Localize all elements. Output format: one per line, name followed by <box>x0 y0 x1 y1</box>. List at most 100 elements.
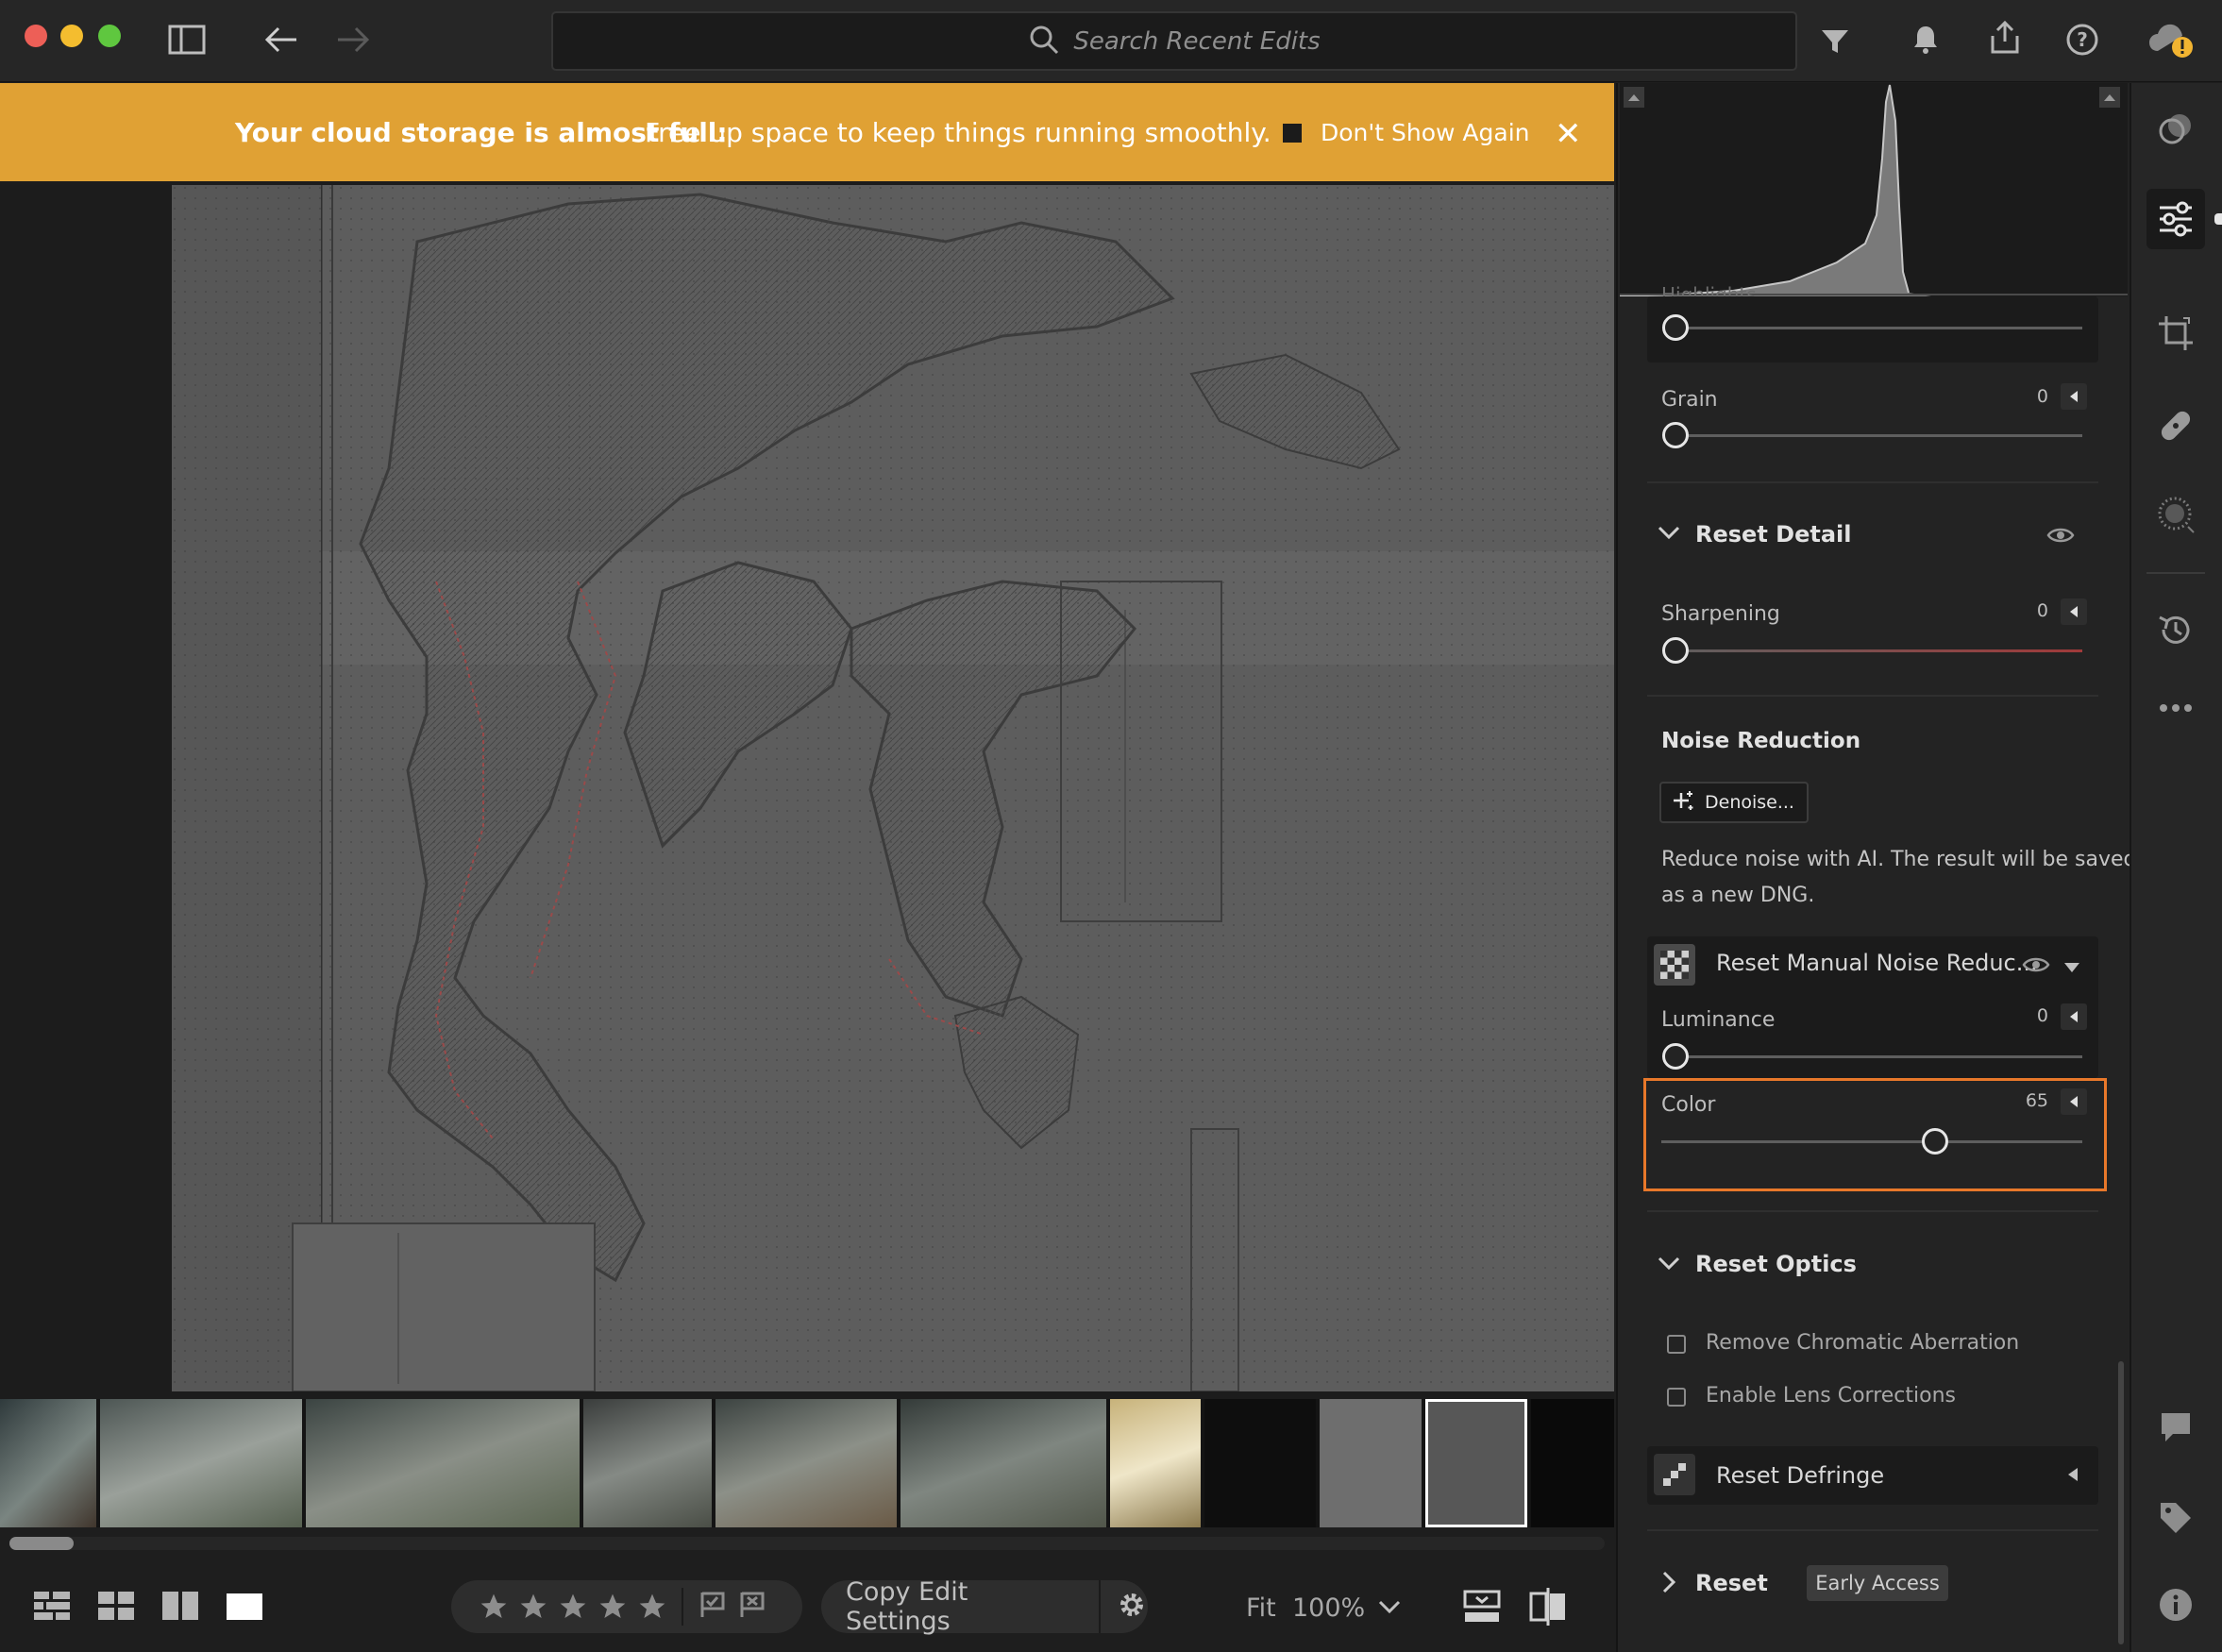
bell-icon[interactable] <box>1907 21 1944 59</box>
filter-icon[interactable] <box>1816 25 1854 59</box>
info-icon[interactable] <box>2129 1584 2222 1626</box>
sidebar-toggle-icon[interactable] <box>166 23 208 57</box>
back-arrow-icon[interactable] <box>262 21 300 59</box>
denoise-button[interactable]: Denoise... <box>1659 782 1809 823</box>
color-slider-track[interactable] <box>1661 1140 2082 1143</box>
caret-down-icon[interactable] <box>2063 959 2080 977</box>
sharpening-slider-knob[interactable] <box>1662 637 1689 664</box>
chevron-down-icon[interactable] <box>1378 1599 1401 1618</box>
dont-show-again-label[interactable]: Don't Show Again <box>1321 119 1530 146</box>
filmstrip-scrollbar-thumb[interactable] <box>9 1537 74 1550</box>
fit-label[interactable]: Fit <box>1246 1593 1276 1623</box>
caret-left-icon[interactable] <box>2067 1467 2079 1486</box>
square-grid-view-icon[interactable] <box>34 1592 70 1624</box>
dont-show-again-checkbox[interactable] <box>1283 124 1302 143</box>
color-slider-knob[interactable] <box>1921 1128 1948 1155</box>
panel-pointer <box>2214 213 2222 225</box>
svg-text:?: ? <box>2077 28 2088 51</box>
close-banner-icon[interactable]: ✕ <box>1555 115 1582 153</box>
detail-section-heading[interactable]: Reset Detail <box>1695 521 1851 548</box>
eye-icon[interactable] <box>2022 954 2050 979</box>
gear-icon[interactable] <box>1116 1589 1148 1625</box>
highlights-slider-track[interactable] <box>1675 327 2082 329</box>
presets-icon[interactable] <box>2129 106 2222 153</box>
tag-icon[interactable] <box>2129 1497 2222 1539</box>
highlight-clipping-toggle[interactable] <box>2099 87 2120 108</box>
healing-bandage-icon[interactable] <box>2129 402 2222 449</box>
lens-corrections-checkbox[interactable] <box>1667 1388 1686 1407</box>
more-icon[interactable] <box>2129 689 2222 727</box>
filmstrip-toggle-icon[interactable] <box>1463 1588 1501 1629</box>
manual-noise-heading[interactable]: Reset Manual Noise Reduc... <box>1716 950 2038 976</box>
zoom-level[interactable]: 100% <box>1292 1593 1365 1623</box>
color-value[interactable]: 65 <box>2016 1090 2048 1111</box>
filmstrip-thumbnail[interactable] <box>0 1399 96 1527</box>
flag-pick-icon[interactable] <box>699 1591 727 1623</box>
lens-corrections-label[interactable]: Enable Lens Corrections <box>1706 1384 1956 1408</box>
crop-icon[interactable] <box>2129 310 2222 357</box>
chevron-down-icon[interactable] <box>1658 525 1680 544</box>
star-rating[interactable] <box>478 1592 668 1622</box>
before-after-icon[interactable] <box>1529 1588 1567 1629</box>
grid-view-icon[interactable] <box>98 1592 134 1624</box>
maximize-window-button[interactable] <box>98 25 121 47</box>
shadow-clipping-toggle[interactable] <box>1624 87 1644 108</box>
grain-collapse-button[interactable] <box>2061 383 2087 410</box>
filmstrip-thumbnail[interactable] <box>1320 1399 1422 1527</box>
histogram <box>1619 83 2128 297</box>
noise-description-line2: as a new DNG. <box>1661 884 1815 907</box>
banner-message: Free up space to keep things running smo… <box>645 117 1271 148</box>
share-icon[interactable] <box>1986 19 2024 57</box>
chromatic-aberration-checkbox[interactable] <box>1667 1335 1686 1354</box>
filmstrip-thumbnail[interactable] <box>1204 1399 1316 1527</box>
filmstrip-thumbnail[interactable] <box>715 1399 897 1527</box>
color-collapse-button[interactable] <box>2061 1088 2087 1115</box>
flag-reject-icon[interactable] <box>738 1591 766 1623</box>
storage-warning-banner: Your cloud storage is almost full: Free … <box>0 83 1614 181</box>
copy-edit-settings-button[interactable]: Copy Edit Settings <box>846 1577 1078 1636</box>
help-icon[interactable]: ? <box>2063 21 2101 59</box>
compare-view-icon[interactable] <box>162 1592 198 1624</box>
eye-icon[interactable] <box>2046 525 2075 549</box>
grain-value[interactable]: 0 <box>2026 386 2048 407</box>
sharpening-value[interactable]: 0 <box>2026 600 2048 621</box>
grain-slider-track[interactable] <box>1675 434 2082 437</box>
masking-icon[interactable] <box>2129 491 2222 538</box>
luminance-collapse-button[interactable] <box>2061 1003 2087 1030</box>
search-input[interactable]: Search Recent Edits <box>551 11 1797 71</box>
history-icon[interactable] <box>2129 606 2222 653</box>
highlights-slider-knob[interactable] <box>1662 314 1689 341</box>
luminance-slider-track[interactable] <box>1675 1055 2082 1058</box>
defringe-heading[interactable]: Reset Defringe <box>1716 1462 1884 1489</box>
chevron-right-icon[interactable] <box>1661 1571 1676 1597</box>
chromatic-aberration-label[interactable]: Remove Chromatic Aberration <box>1706 1331 2019 1355</box>
minimize-window-button[interactable] <box>60 25 83 47</box>
reset-section-heading[interactable]: Reset <box>1695 1570 1768 1596</box>
luminance-slider-knob[interactable] <box>1662 1043 1689 1070</box>
filmstrip-thumbnail[interactable] <box>1531 1399 1614 1527</box>
cloud-status-icon[interactable] <box>2146 19 2196 60</box>
optics-section-heading[interactable]: Reset Optics <box>1695 1251 1857 1277</box>
comment-icon[interactable] <box>2129 1407 2222 1448</box>
close-window-button[interactable] <box>25 25 47 47</box>
luminance-value[interactable]: 0 <box>2026 1005 2048 1026</box>
filmstrip-scrollbar[interactable] <box>9 1537 1605 1550</box>
detail-view-icon[interactable] <box>227 1593 262 1624</box>
panel-scrollbar[interactable] <box>2118 1361 2124 1644</box>
forward-arrow-icon[interactable] <box>334 21 372 59</box>
filmstrip-thumbnail-selected[interactable] <box>1425 1399 1527 1527</box>
edit-sliders-icon[interactable] <box>2129 194 2222 244</box>
chevron-down-icon[interactable] <box>1658 1256 1680 1274</box>
filmstrip-thumbnail[interactable] <box>306 1399 580 1527</box>
filmstrip-thumbnail[interactable] <box>901 1399 1106 1527</box>
filmstrip-thumbnail[interactable] <box>1110 1399 1201 1527</box>
filmstrip-thumbnail[interactable] <box>100 1399 302 1527</box>
image-viewer[interactable] <box>0 181 1614 1399</box>
sharpening-slider-track[interactable] <box>1675 649 2082 652</box>
grain-slider-knob[interactable] <box>1662 422 1689 448</box>
filmstrip-thumbnail[interactable] <box>583 1399 712 1527</box>
color-label: Color <box>1661 1093 1716 1117</box>
sharpening-collapse-button[interactable] <box>2061 598 2087 625</box>
luminance-label: Luminance <box>1661 1008 1776 1032</box>
rating-flag-group <box>451 1580 802 1633</box>
